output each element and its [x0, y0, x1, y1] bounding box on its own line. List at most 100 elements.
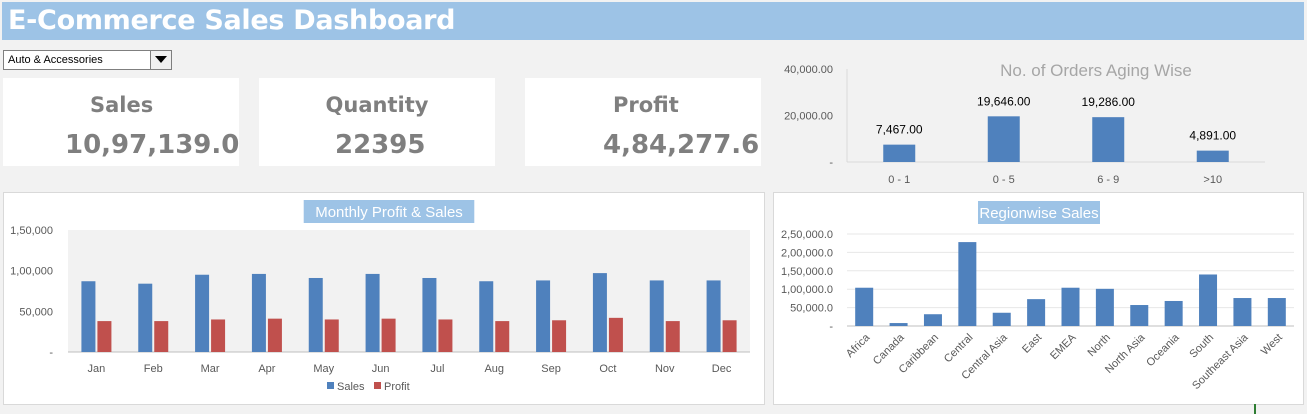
monthly-x-tick-label: Aug [484, 363, 504, 375]
region-bar [1233, 298, 1252, 326]
monthly-sales-bar [536, 280, 551, 352]
monthly-profit-bar [722, 320, 737, 352]
region-x-tick-label: South [1187, 332, 1216, 361]
kpi-sales-value: 10,97,139.0 [65, 130, 240, 160]
region-bar [992, 312, 1011, 326]
legend-label: Profit [384, 381, 410, 393]
cell-marker [1254, 404, 1256, 414]
monthly-profit-bar [211, 319, 226, 352]
region-chart: Regionwise Sales - 50,000.0 1,00,000.0 1,50,… [781, 201, 1294, 392]
monthly-x-tick-label: May [313, 363, 334, 375]
monthly-x-tick-label: Mar [201, 363, 220, 375]
region-y-tick-label: - [829, 321, 833, 333]
monthly-sales-bar [138, 283, 153, 352]
aging-chart-title: No. of Orders Aging Wise [1000, 61, 1192, 80]
monthly-x-tick-label: Apr [258, 363, 275, 375]
monthly-profit-bar [495, 321, 510, 352]
aging-y-tick-label: - [829, 157, 833, 169]
aging-data-label: 19,286.00 [1082, 95, 1136, 109]
monthly-sales-bar [592, 273, 607, 352]
monthly-x-tick-label: Nov [655, 363, 675, 375]
region-chart-title: Regionwise Sales [979, 205, 1098, 222]
aging-x-tick-label: 6 - 9 [1097, 174, 1119, 186]
kpi-quantity-card: Quantity 22395 [259, 78, 495, 166]
region-y-tick-label: 2,00,000.0 [781, 247, 833, 259]
aging-y-tick-label: 40,000.00 [784, 64, 833, 76]
monthly-chart: Monthly Profit & Sales - 50,000 1,00,000 1,5… [10, 200, 750, 393]
region-bar [1061, 287, 1080, 326]
aging-y-tick-label: 20,000.00 [784, 111, 833, 123]
region-x-tick-label: Oceania [1144, 331, 1182, 369]
dropdown-arrow-button[interactable] [150, 51, 171, 69]
aging-chart: No. of Orders Aging Wise - 20,000.00 40,000… [784, 61, 1265, 186]
region-y-tick-label: 1,00,000.0 [781, 284, 833, 296]
region-bar [1199, 274, 1218, 326]
category-dropdown[interactable]: Auto & Accessories [3, 50, 172, 70]
monthly-sales-bar [706, 280, 721, 352]
region-bar [1164, 300, 1183, 326]
monthly-x-tick-label: Oct [599, 363, 616, 375]
region-x-tick-label: North [1085, 332, 1113, 360]
aging-x-tick-label: 0 - 1 [888, 174, 910, 186]
region-bar [1130, 305, 1149, 326]
monthly-sales-bar [81, 281, 96, 352]
monthly-chart-title: Monthly Profit & Sales [315, 204, 463, 221]
aging-bar [987, 116, 1020, 162]
legend-swatch [374, 382, 381, 389]
region-bar [1095, 288, 1114, 326]
aging-data-label: 4,891.00 [1189, 129, 1236, 143]
region-x-tick-label: East [1020, 332, 1044, 356]
aging-bar [1092, 117, 1125, 162]
kpi-quantity-value: 22395 [335, 130, 426, 160]
region-y-tick-label: 1,50,000.0 [781, 266, 833, 278]
monthly-profit-bar [154, 321, 169, 352]
chevron-down-icon [155, 56, 167, 63]
monthly-profit-bar [438, 319, 453, 352]
monthly-profit-bar [97, 321, 112, 352]
region-bar [923, 314, 942, 326]
monthly-y-tick-label: 1,50,000 [10, 225, 53, 237]
aging-data-label: 19,646.00 [977, 94, 1031, 108]
monthly-sales-bar [251, 273, 266, 352]
region-bar [855, 287, 874, 326]
monthly-plot-area [68, 230, 750, 352]
monthly-profit-bar [608, 317, 623, 352]
region-chart-panel: Regionwise Sales - 50,000.0 1,00,000.0 1,50,… [773, 192, 1304, 405]
kpi-sales-label: Sales [90, 93, 154, 117]
monthly-x-tick-label: Sep [541, 363, 561, 375]
monthly-y-tick-label: 50,000 [19, 306, 53, 318]
region-bar [1267, 298, 1286, 326]
monthly-x-tick-label: Jul [430, 363, 444, 375]
category-dropdown-value: Auto & Accessories [8, 54, 103, 66]
kpi-quantity-label: Quantity [325, 93, 429, 117]
region-x-tick-label: EMEA [1048, 331, 1079, 362]
legend-label: Sales [337, 381, 365, 393]
aging-bar [1196, 150, 1229, 162]
monthly-sales-bar [649, 280, 664, 352]
dashboard-title: E-Commerce Sales Dashboard [8, 5, 456, 36]
monthly-profit-bar [665, 321, 680, 352]
legend-swatch [327, 382, 334, 389]
monthly-x-tick-label: Feb [144, 363, 163, 375]
kpi-profit-value: 4,84,277.6 [603, 130, 760, 160]
monthly-x-tick-label: Jan [88, 363, 106, 375]
aging-x-tick-label: 0 - 5 [993, 174, 1015, 186]
monthly-profit-bar [552, 320, 567, 352]
monthly-sales-bar [365, 273, 380, 352]
monthly-y-tick-label: 1,00,000 [10, 266, 53, 278]
monthly-y-tick-label: - [49, 347, 53, 359]
kpi-profit-label: Profit [613, 93, 679, 117]
aging-x-tick-label: >10 [1203, 174, 1222, 186]
kpi-profit-card: Profit 4,84,277.6 [525, 78, 761, 166]
monthly-sales-bar [195, 274, 210, 352]
aging-bar [883, 144, 916, 162]
region-bar [889, 323, 908, 326]
region-y-tick-label: 50,000.0 [790, 303, 833, 315]
monthly-sales-bar [308, 277, 323, 352]
region-x-tick-label: Africa [844, 331, 873, 360]
monthly-x-tick-label: Jun [372, 363, 390, 375]
monthly-x-tick-label: Dec [712, 363, 732, 375]
monthly-chart-panel: Monthly Profit & Sales - 50,000 1,00,000 1,5… [3, 192, 765, 405]
monthly-sales-bar [479, 281, 494, 352]
aging-data-label: 7,467.00 [876, 123, 923, 137]
